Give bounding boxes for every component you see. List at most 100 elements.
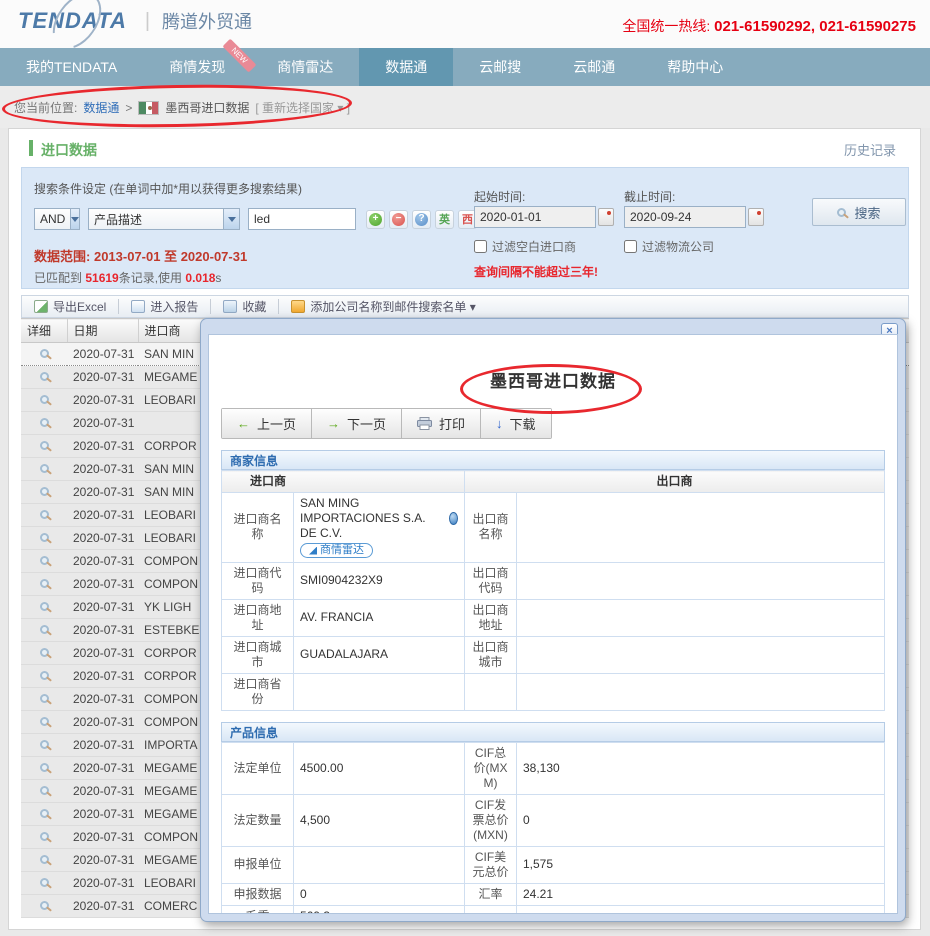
- export-excel-button[interactable]: 导出Excel: [22, 299, 118, 314]
- magnifier-icon[interactable]: [40, 533, 49, 542]
- magnifier-icon[interactable]: [40, 510, 49, 519]
- field-value: [517, 673, 885, 710]
- mail-icon: [291, 300, 305, 313]
- field-label: 法定单位: [222, 742, 294, 794]
- magnifier-icon[interactable]: [40, 556, 49, 565]
- magnifier-icon[interactable]: [40, 579, 49, 588]
- chevron-down-icon: [223, 209, 239, 229]
- magnifier-icon[interactable]: [40, 832, 49, 841]
- magnifier-icon[interactable]: [40, 671, 49, 680]
- magnifier-icon[interactable]: [40, 740, 49, 749]
- hotline: 全国统一热线: 021-61590292, 021-61590275: [622, 16, 916, 36]
- logo-text: TENDATA: [18, 8, 127, 34]
- magnifier-icon[interactable]: [40, 441, 49, 450]
- filter-blank-importer-checkbox[interactable]: 过滤空白进口商: [474, 238, 576, 255]
- field-value: SMI0904232X9: [294, 562, 465, 599]
- top-header: TENDATA | 腾道外贸通 全国统一热线: 021-61590292, 02…: [0, 0, 930, 48]
- magnifier-icon[interactable]: [40, 763, 49, 772]
- column-header-date: 日期: [67, 319, 138, 343]
- globe-icon[interactable]: [449, 512, 458, 525]
- magnifier-icon[interactable]: [40, 809, 49, 818]
- nav-tab[interactable]: 商情发现 NEW: [143, 48, 251, 86]
- enter-report-button[interactable]: 进入报告: [118, 299, 210, 314]
- magnifier-icon[interactable]: [40, 464, 49, 473]
- end-date-input[interactable]: [624, 206, 746, 228]
- filter-logistics-checkbox[interactable]: 过滤物流公司: [624, 238, 714, 255]
- modal-button-bar: ←上一页 →下一页 打印 ↓下载: [221, 408, 552, 439]
- reselect-country-link[interactable]: [ 重新选择国家 ▾ ]: [255, 99, 350, 116]
- field-label: 进口商代码: [222, 562, 294, 599]
- chevron-down-icon: [70, 209, 79, 229]
- field-value: [517, 493, 885, 563]
- detail-row: 申报数据 0 汇率 24.21: [222, 883, 885, 905]
- magnifier-icon[interactable]: [40, 418, 49, 427]
- magnifier-icon[interactable]: [40, 878, 49, 887]
- magnifier-icon[interactable]: [40, 901, 49, 910]
- field-value: 4500.00: [294, 742, 465, 794]
- column-header-detail: 详细: [21, 319, 67, 343]
- magnifier-icon[interactable]: [40, 625, 49, 634]
- download-button[interactable]: ↓下载: [480, 409, 551, 438]
- remove-condition-button[interactable]: −: [389, 210, 408, 229]
- magnifier-icon[interactable]: [40, 694, 49, 703]
- start-date-input[interactable]: [474, 206, 596, 228]
- magnifier-icon[interactable]: [40, 717, 49, 726]
- magnifier-icon[interactable]: [40, 487, 49, 496]
- nav-tab[interactable]: 我的TENDATA: [0, 48, 143, 86]
- modal-title: 墨西哥进口数据: [221, 367, 885, 392]
- magnifier-icon[interactable]: [40, 395, 49, 404]
- field-label: 毛重: [222, 905, 294, 914]
- main-nav: 我的TENDATA 商情发现 NEW 商情雷达 数据通 云邮搜 云邮通 帮助中心: [0, 48, 930, 86]
- data-range-text: 数据范围: 2013-07-01 至 2020-07-31: [34, 246, 247, 265]
- breadcrumb-separator: >: [125, 101, 132, 115]
- detail-row: 申报单位 CIF美元总价 1,575: [222, 846, 885, 883]
- field-value: 569.3: [294, 905, 465, 914]
- next-page-button[interactable]: →下一页: [311, 409, 401, 438]
- detail-row: 进口商省份: [222, 673, 885, 710]
- nav-tab[interactable]: 数据通: [359, 48, 453, 86]
- row-date: 2020-07-31: [67, 527, 138, 550]
- field-label: 出口商城市: [465, 636, 517, 673]
- detail-row: 进口商代码 SMI0904232X9 出口商代码: [222, 562, 885, 599]
- search-field-select[interactable]: 产品描述: [88, 208, 240, 230]
- importer-name-row: 进口商名称 SAN MING IMPORTACIONES S.A. DE C.V…: [222, 493, 885, 563]
- favorite-button[interactable]: 收藏: [210, 299, 278, 314]
- add-condition-button[interactable]: +: [366, 210, 385, 229]
- magnifier-icon[interactable]: [40, 855, 49, 864]
- search-button[interactable]: 搜索: [812, 198, 906, 226]
- bool-operator-select[interactable]: AND: [34, 208, 80, 230]
- row-date: 2020-07-31: [67, 481, 138, 504]
- detail-row: 法定单位 4500.00 CIF总价(MXM) 38,130: [222, 742, 885, 794]
- keyword-input[interactable]: [248, 208, 356, 230]
- field-value: 24.21: [517, 883, 885, 905]
- magnifier-icon[interactable]: [40, 349, 49, 358]
- arrow-right-icon: →: [327, 416, 340, 431]
- calendar-icon[interactable]: [598, 208, 614, 226]
- nav-tab[interactable]: 云邮搜: [453, 48, 547, 86]
- lang-english-button[interactable]: 英: [435, 210, 454, 229]
- breadcrumb-link-datahub[interactable]: 数据通: [83, 99, 119, 116]
- importer-name-value: SAN MING IMPORTACIONES S.A. DE C.V.: [300, 496, 444, 541]
- field-value: AV. FRANCIA: [294, 599, 465, 636]
- magnifier-icon[interactable]: [40, 786, 49, 795]
- help-button[interactable]: ?: [412, 210, 431, 229]
- nav-tab[interactable]: 商情雷达: [251, 48, 359, 86]
- add-mail-list-button[interactable]: 添加公司名称到邮件搜索名单 ▾: [278, 299, 487, 314]
- print-button[interactable]: 打印: [401, 409, 480, 438]
- field-label: 出口商代码: [465, 562, 517, 599]
- nav-tab[interactable]: 帮助中心: [641, 48, 749, 86]
- nav-tab[interactable]: 云邮通: [547, 48, 641, 86]
- range-warning-text: 查询间隔不能超过三年!: [474, 263, 598, 280]
- magnifier-icon[interactable]: [40, 648, 49, 657]
- history-link[interactable]: 历史记录: [844, 140, 896, 159]
- calendar-icon[interactable]: [748, 208, 764, 226]
- radar-badge[interactable]: 商情雷达: [300, 543, 373, 558]
- field-label: 进口商城市: [222, 636, 294, 673]
- magnifier-icon[interactable]: [40, 602, 49, 611]
- matched-records-text: 已匹配到 51619条记录,使用 0.018s: [34, 269, 221, 286]
- magnifier-icon[interactable]: [40, 372, 49, 381]
- row-date: 2020-07-31: [67, 389, 138, 412]
- prev-page-button[interactable]: ←上一页: [222, 409, 311, 438]
- row-date: 2020-07-31: [67, 642, 138, 665]
- results-toolbar: 导出Excel 进入报告 收藏 添加公司名称到邮件搜索名单 ▾: [21, 295, 909, 318]
